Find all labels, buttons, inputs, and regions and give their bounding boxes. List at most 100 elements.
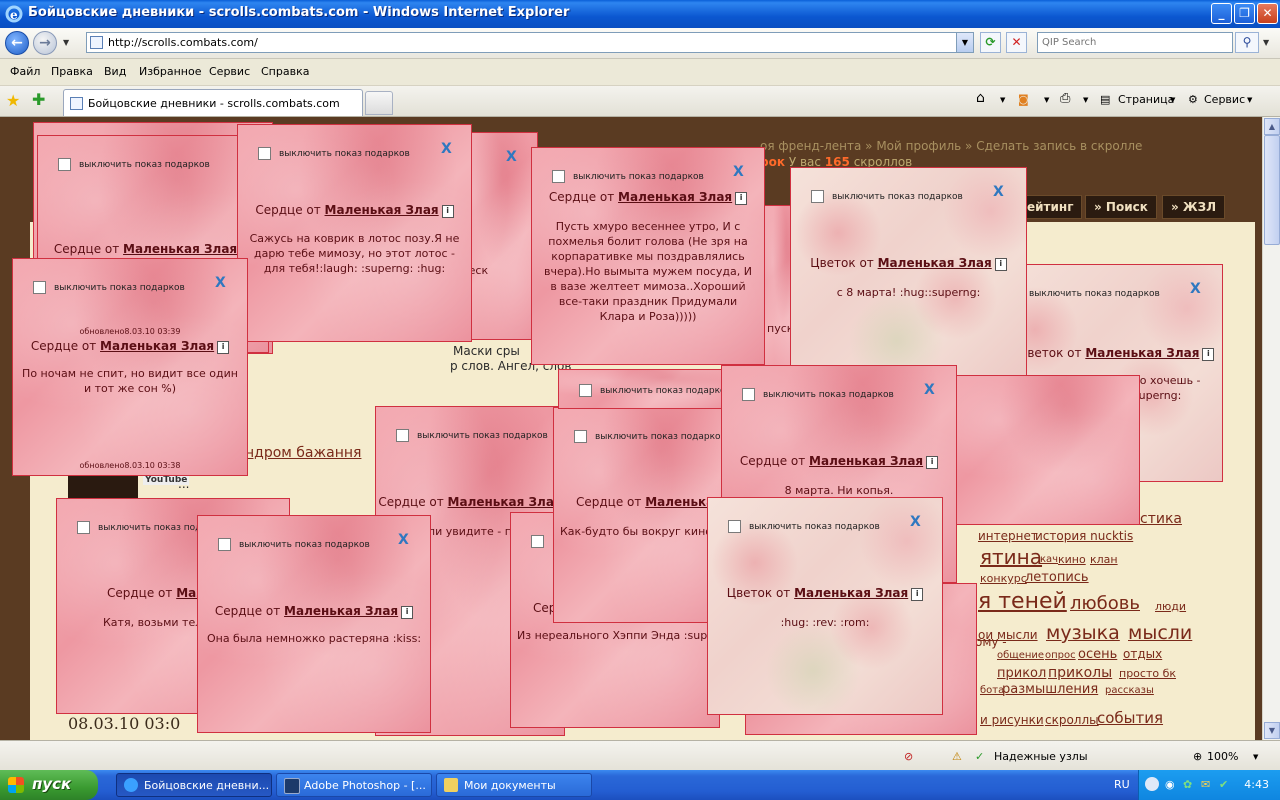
info-icon[interactable]: i (1202, 348, 1215, 361)
gift-author-link[interactable]: Маленькая Злая (448, 495, 562, 509)
ghost-link[interactable]: ндром бажання (245, 445, 361, 461)
window-titlebar[interactable]: e Бойцовские дневники - scrolls.combats.… (0, 0, 1280, 28)
tag[interactable]: рассказы (1105, 685, 1154, 696)
history-dropdown-icon[interactable]: ▼ (63, 38, 69, 47)
print-icon[interactable]: ⎙ (1060, 91, 1070, 106)
maximize-button[interactable]: ❐ (1234, 3, 1255, 24)
close-gift-button[interactable]: X (441, 141, 452, 157)
disable-gifts-checkbox[interactable] (218, 538, 231, 551)
taskbar-item-documents[interactable]: Мои документы (436, 773, 592, 797)
video-thumbnail[interactable] (68, 473, 138, 499)
close-gift-button[interactable]: X (924, 382, 935, 398)
menu-help[interactable]: Справка (261, 65, 309, 78)
rss-icon[interactable]: ◙ (1018, 93, 1029, 106)
page-dropdown-icon[interactable]: ▼ (1170, 96, 1175, 104)
disable-gifts-checkbox[interactable] (396, 429, 409, 442)
back-button[interactable]: ← (5, 31, 29, 55)
tray-icon[interactable]: ✔ (1219, 778, 1228, 791)
disable-gifts-checkbox[interactable] (574, 430, 587, 443)
info-icon[interactable]: i (735, 192, 748, 205)
clock[interactable]: 4:43 (1244, 778, 1269, 791)
page-menu[interactable]: Страница (1118, 93, 1174, 106)
nav-rating[interactable]: ейтинг (1018, 195, 1083, 219)
tag[interactable]: интернет (978, 529, 1038, 543)
address-dropdown-icon[interactable]: ▼ (956, 33, 973, 52)
privacy-icon[interactable]: ⊘ (904, 750, 913, 763)
tray-icon[interactable]: ✿ (1183, 778, 1192, 791)
disable-gifts-checkbox[interactable] (531, 535, 544, 548)
tag[interactable]: отдых (1123, 647, 1162, 661)
search-input[interactable] (1038, 33, 1226, 52)
search-options-icon[interactable]: ▼ (1263, 38, 1269, 47)
home-dropdown-icon[interactable]: ▼ (1000, 96, 1005, 104)
disable-gifts-checkbox[interactable] (742, 388, 755, 401)
close-window-button[interactable]: ✕ (1257, 3, 1278, 24)
close-gift-button[interactable]: X (910, 514, 921, 530)
taskbar-item-ie[interactable]: Бойцовские дневни... (116, 773, 272, 797)
gift-author-link[interactable]: Маленькая Злая (100, 339, 214, 353)
tag[interactable]: бота (980, 685, 1004, 696)
tag[interactable]: прикол (997, 666, 1046, 681)
tag[interactable]: любовь (1070, 593, 1140, 614)
tag[interactable]: скроллы (1045, 713, 1099, 727)
search-box[interactable] (1037, 32, 1233, 53)
tools-menu[interactable]: Сервис (1204, 93, 1245, 106)
disable-gifts-checkbox[interactable] (728, 520, 741, 533)
info-icon[interactable]: i (217, 341, 230, 354)
address-url[interactable]: http://scrolls.combats.com/ (108, 36, 258, 49)
tray-icon[interactable]: ✉ (1201, 778, 1210, 791)
language-indicator[interactable]: RU (1114, 778, 1130, 791)
disable-gifts-checkbox[interactable] (258, 147, 271, 160)
disable-gifts-checkbox[interactable] (552, 170, 565, 183)
tag[interactable]: опрос (1045, 650, 1076, 661)
gift-author-link[interactable]: Маленькая Злая (878, 256, 992, 270)
gift-author-link[interactable]: Маленькая Злая (325, 203, 439, 217)
info-icon[interactable]: i (911, 588, 924, 601)
gift-author-link[interactable]: Маленькая Злая (123, 242, 237, 256)
gift-author-link[interactable]: Маленькая Злая (809, 454, 923, 468)
tag[interactable]: музыка (1046, 622, 1120, 644)
gift-author-link[interactable]: Маленькая Злая (284, 604, 398, 618)
tag[interactable]: история nucktis (1035, 529, 1133, 543)
info-icon[interactable]: i (441, 205, 454, 218)
gift-author-link[interactable]: Маленькая Злая (794, 586, 908, 600)
vertical-scrollbar[interactable]: ▲ ▼ (1262, 117, 1280, 740)
info-icon[interactable]: i (401, 606, 414, 619)
refresh-button[interactable]: ⟳ (980, 32, 1001, 53)
tag[interactable]: я теней (978, 589, 1067, 614)
tag[interactable]: люди (1155, 600, 1186, 613)
menu-favorites[interactable]: Избранное (139, 65, 201, 78)
site-nav-links[interactable]: оя френд-лента » Мой профиль » Сделать з… (760, 139, 1142, 153)
tag[interactable]: просто бк (1119, 667, 1176, 680)
search-icon[interactable]: ⚲ (1235, 32, 1259, 53)
tag[interactable]: приколы (1048, 665, 1112, 681)
tag[interactable]: и рисунки (980, 713, 1044, 727)
zoom-dropdown-icon[interactable]: ▼ (1253, 753, 1258, 761)
tag[interactable]: клан (1090, 553, 1118, 566)
start-button[interactable]: пуск (0, 770, 98, 800)
close-gift-button[interactable]: X (993, 184, 1004, 200)
tray-icon[interactable]: ◉ (1165, 778, 1175, 791)
taskbar-item-photoshop[interactable]: Adobe Photoshop - [... (276, 773, 432, 797)
close-gift-button[interactable]: X (215, 275, 226, 291)
tag[interactable]: осень (1078, 647, 1117, 662)
home-icon[interactable]: ⌂ (976, 90, 985, 106)
close-gift-button[interactable]: X (733, 164, 744, 180)
tag[interactable]: размышления (1002, 682, 1098, 697)
close-gift-button[interactable]: X (1190, 281, 1201, 297)
scrollbar-thumb[interactable] (1264, 135, 1280, 245)
tag[interactable]: стика (1140, 511, 1182, 527)
tag[interactable]: ому - (975, 635, 1007, 649)
tools-dropdown-icon[interactable]: ▼ (1247, 96, 1252, 104)
print-dropdown-icon[interactable]: ▼ (1083, 96, 1088, 104)
add-favorite-icon[interactable]: ✚ (32, 90, 45, 109)
disable-gifts-checkbox[interactable] (58, 158, 71, 171)
disable-gifts-checkbox[interactable] (811, 190, 824, 203)
stop-button[interactable]: ✕ (1006, 32, 1027, 53)
info-icon[interactable]: i (994, 258, 1007, 271)
close-gift-button[interactable]: X (506, 149, 517, 165)
tag[interactable]: кино (1058, 553, 1086, 566)
tag[interactable]: мысли (1128, 622, 1192, 644)
tag[interactable]: летопись (1025, 570, 1089, 585)
close-gift-button[interactable]: X (398, 532, 409, 548)
